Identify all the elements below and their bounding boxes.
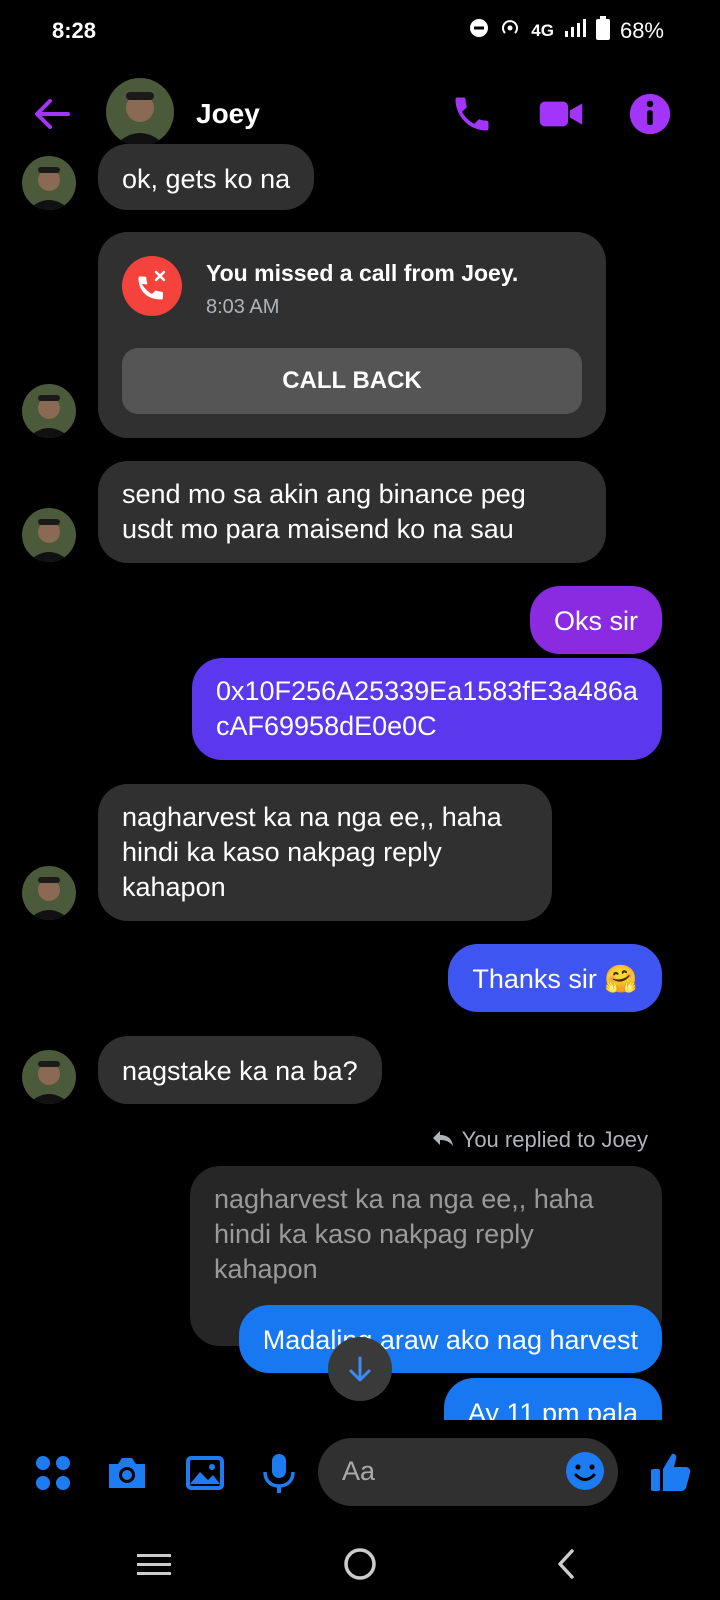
more-actions-icon[interactable]: [30, 1450, 76, 1496]
message-outgoing[interactable]: Thanks sir 🤗: [448, 944, 662, 1012]
message-incoming[interactable]: nagharvest ka na nga ee,, haha hindi ka …: [98, 784, 552, 921]
info-icon[interactable]: [628, 92, 672, 136]
message-outgoing[interactable]: Madaling araw ako nag harvest: [238, 1305, 662, 1373]
message-input[interactable]: Aa: [318, 1438, 618, 1506]
recent-apps-icon[interactable]: [137, 1552, 171, 1583]
avatar[interactable]: [22, 384, 76, 438]
battery-percent: 68%: [619, 18, 664, 43]
quoted-text: nagharvest ka na nga ee,, haha hindi ka …: [214, 1184, 594, 1284]
missed-call-icon: [122, 256, 182, 316]
status-bar: 8:28 4G 68%: [0, 0, 720, 64]
avatar[interactable]: [22, 1050, 76, 1104]
contact-name[interactable]: Joey: [196, 98, 260, 130]
message-text: nagstake ka na ba?: [122, 1056, 358, 1086]
contact-avatar[interactable]: [106, 78, 174, 146]
message-text: 0x10F256A25339Ea1583fE3a486acAF69958dE0e…: [216, 676, 638, 741]
composer-bar: Aa: [0, 1420, 720, 1530]
avatar[interactable]: [22, 866, 76, 920]
battery-icon: [595, 16, 610, 46]
chat-header: Joey: [0, 72, 720, 160]
message-incoming[interactable]: send mo sa akin ang binance peg usdt mo …: [98, 461, 606, 563]
message-incoming[interactable]: nagstake ka na ba?: [98, 1036, 382, 1104]
phone-icon[interactable]: [450, 92, 494, 136]
message-text: Madaling araw ako nag harvest: [262, 1325, 638, 1355]
message-text: nagharvest ka na nga ee,, haha hindi ka …: [122, 802, 502, 902]
call-back-button[interactable]: CALL BACK: [122, 348, 582, 414]
missed-call-card: You missed a call from Joey. 8:03 AM CAL…: [98, 232, 606, 438]
hotspot-icon: [499, 17, 521, 45]
status-time: 8:28: [52, 18, 97, 43]
message-text: Oks sir: [554, 606, 638, 636]
avatar[interactable]: [22, 508, 76, 562]
message-incoming[interactable]: ok, gets ko na: [98, 144, 315, 210]
microphone-icon[interactable]: [256, 1450, 302, 1496]
scroll-to-bottom-button[interactable]: [328, 1337, 392, 1401]
back-arrow-icon[interactable]: [32, 94, 72, 134]
message-text: send mo sa akin ang binance peg usdt mo …: [122, 479, 526, 544]
reply-header: You replied to Joey: [432, 1127, 648, 1153]
missed-call-title: You missed a call from Joey.: [206, 260, 519, 286]
message-outgoing[interactable]: Oks sir: [530, 586, 662, 654]
message-outgoing[interactable]: 0x10F256A25339Ea1583fE3a486acAF69958dE0e…: [192, 658, 662, 760]
message-text: ok, gets ko na: [122, 164, 291, 194]
missed-call-time: 8:03 AM: [206, 296, 280, 318]
status-icons: 4G 68%: [469, 16, 664, 46]
reply-arrow-icon: [432, 1127, 454, 1153]
home-icon[interactable]: [342, 1546, 378, 1587]
signal-icon: [564, 18, 586, 44]
like-thumb-icon[interactable]: [648, 1450, 694, 1496]
video-call-icon[interactable]: [538, 92, 583, 136]
camera-icon[interactable]: [104, 1450, 150, 1496]
arrow-down-icon: [349, 1356, 371, 1382]
dnd-icon: [469, 18, 489, 44]
avatar[interactable]: [22, 156, 76, 210]
message-input-placeholder: Aa: [342, 1456, 376, 1486]
message-text: Thanks sir 🤗: [472, 964, 638, 994]
back-nav-icon[interactable]: [556, 1548, 576, 1585]
network-type: 4G: [531, 21, 554, 40]
emoji-icon[interactable]: [564, 1450, 606, 1497]
system-nav-bar: [0, 1530, 720, 1600]
gallery-icon[interactable]: [182, 1450, 228, 1496]
reply-header-text: You replied to Joey: [461, 1127, 648, 1152]
